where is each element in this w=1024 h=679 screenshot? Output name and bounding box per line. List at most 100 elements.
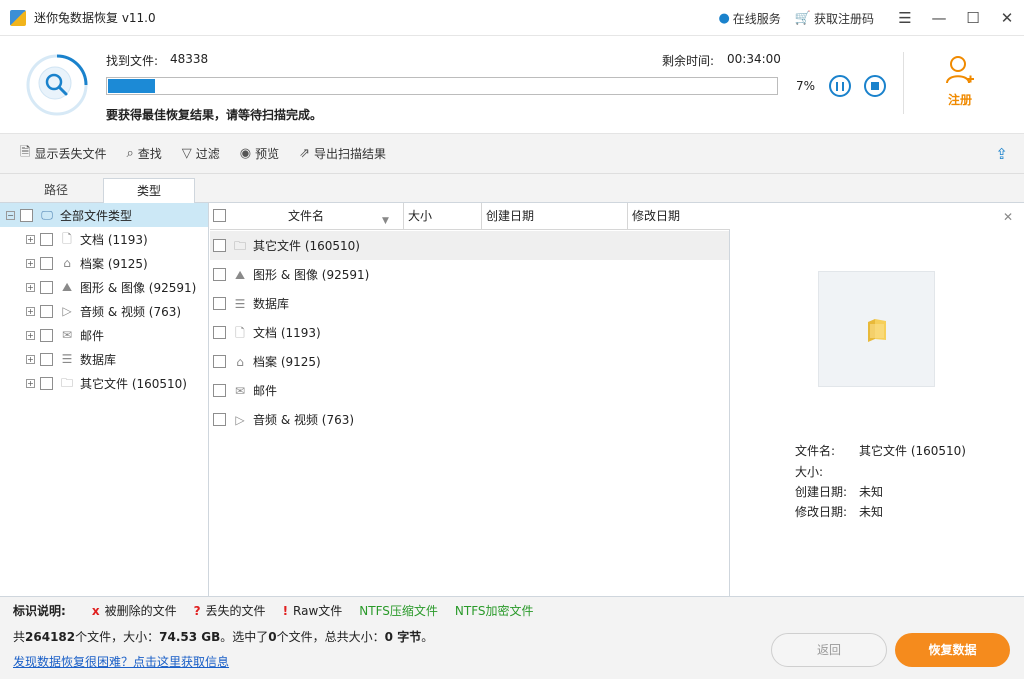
maximize-button[interactable]: ☐	[956, 0, 990, 36]
export-results-button[interactable]: ⇗ 导出扫描结果	[299, 145, 386, 162]
tree-item[interactable]: + ⌂ 档案 (9125)	[0, 251, 208, 275]
header-size[interactable]: 大小	[404, 203, 482, 230]
close-button[interactable]: ✕	[990, 0, 1024, 36]
list-row[interactable]: ⌂ 档案 (9125)	[210, 347, 729, 376]
recover-button[interactable]: 恢复数据	[895, 633, 1010, 667]
legend-ntfs-compressed: NTFS压缩文件	[359, 604, 438, 618]
tree-item[interactable]: + ☰ 数据库	[0, 347, 208, 371]
preview-close-icon[interactable]: ✕	[1003, 210, 1013, 224]
select-all-checkbox[interactable]	[213, 209, 226, 222]
filter-label: 过滤	[195, 147, 220, 161]
maximize-icon: ☐	[966, 9, 980, 27]
collapse-icon[interactable]: −	[6, 210, 15, 220]
register-button[interactable]: 注册	[938, 54, 982, 108]
get-code-label: 获取注册码	[813, 11, 874, 26]
checkbox[interactable]	[213, 268, 226, 281]
preview-button[interactable]: ◉ 预览	[240, 145, 279, 162]
find-label: 查找	[137, 147, 162, 161]
tab-type[interactable]: 类型	[103, 178, 195, 204]
checkbox[interactable]	[213, 297, 226, 310]
scan-progress-bar	[106, 77, 778, 95]
list-row-label: 数据库	[253, 297, 290, 311]
stop-icon	[871, 82, 879, 90]
export-icon[interactable]: ⇪	[995, 145, 1008, 163]
expand-icon[interactable]: +	[26, 258, 35, 268]
find-button[interactable]: ⌕ 查找	[126, 145, 161, 162]
back-button[interactable]: 返回	[771, 633, 887, 667]
list-row[interactable]: 🗋 文档 (1193)	[210, 318, 729, 347]
header-modified[interactable]: 修改日期	[628, 203, 730, 230]
header-created[interactable]: 创建日期	[482, 203, 628, 230]
expand-icon[interactable]: +	[26, 330, 35, 340]
scan-progress-fill	[108, 79, 155, 93]
preview-filename-label: 文件名:	[795, 444, 836, 458]
progress-percent: 7%	[796, 79, 816, 93]
checkbox[interactable]	[40, 376, 53, 390]
stop-button[interactable]	[864, 75, 886, 97]
summary-text: 个文件，总共大小：	[276, 630, 385, 644]
checkbox[interactable]	[40, 304, 53, 318]
menu-button[interactable]: ☰	[888, 0, 922, 36]
preview-modified-value: 未知	[859, 505, 884, 519]
checkbox[interactable]	[40, 232, 53, 246]
penguin-icon: ●	[718, 10, 730, 26]
expand-icon[interactable]: +	[26, 378, 35, 388]
show-lost-files-label: 显示丢失文件	[34, 147, 107, 161]
remaining-time-value: 00:34:00	[727, 52, 781, 66]
preview-size-label: 大小:	[795, 465, 824, 479]
tree-item-all-types[interactable]: − 🖵 全部文件类型	[0, 203, 208, 227]
column-name-label: 文件名	[288, 209, 325, 223]
checkbox[interactable]	[213, 326, 226, 339]
pause-button[interactable]	[829, 75, 851, 97]
view-tabs: 路径 类型	[0, 174, 1024, 204]
divider	[903, 52, 904, 114]
show-lost-files-button[interactable]: 🗎 显示丢失文件	[20, 143, 106, 165]
tree-item[interactable]: + 🗋 文档 (1193)	[0, 227, 208, 251]
checkbox[interactable]	[40, 256, 53, 270]
tree-item[interactable]: + ✉ 邮件	[0, 323, 208, 347]
online-service-link[interactable]: ● 在线服务	[718, 10, 780, 27]
tree-item[interactable]: + 🗀 其它文件 (160510)	[0, 371, 208, 395]
file-list: 文件名 ▼ 大小 创建日期 修改日期 🗀 其它文件 (160510) ⛰ 图形 …	[210, 203, 730, 596]
checkbox[interactable]	[20, 208, 33, 222]
list-row-label: 档案 (9125)	[253, 355, 321, 369]
preview-modified-row: 修改日期: 未知	[795, 503, 883, 520]
minimize-button[interactable]: —	[922, 0, 956, 36]
tree-item[interactable]: + ▷ 音频 & 视频 (763)	[0, 299, 208, 323]
total-count: 264182	[25, 630, 76, 644]
list-row[interactable]: ✉ 邮件	[210, 376, 729, 405]
database-icon: ☰	[61, 352, 73, 366]
get-code-link[interactable]: 🛒 获取注册码	[795, 10, 874, 27]
list-row[interactable]: 🗀 其它文件 (160510)	[210, 231, 729, 260]
checkbox[interactable]	[213, 355, 226, 368]
expand-icon[interactable]: +	[26, 282, 35, 292]
checkbox[interactable]	[213, 239, 226, 252]
expand-icon[interactable]: +	[26, 354, 35, 364]
list-row[interactable]: ⛰ 图形 & 图像 (92591)	[210, 260, 729, 289]
expand-icon[interactable]: +	[26, 234, 35, 244]
app-logo-icon	[10, 9, 26, 26]
tree-item-label: 音频 & 视频 (763)	[80, 304, 182, 319]
tab-path[interactable]: 路径	[10, 178, 102, 203]
expand-icon[interactable]: +	[26, 306, 35, 316]
list-row[interactable]: ▷ 音频 & 视频 (763)	[210, 405, 729, 434]
checkbox[interactable]	[213, 413, 226, 426]
help-link[interactable]: 发现数据恢复很困难？点击这里获取信息	[13, 653, 229, 670]
checkbox[interactable]	[40, 280, 53, 294]
database-icon: ☰	[234, 296, 246, 311]
scan-hint: 要获得最佳恢复结果，请等待扫描完成。	[106, 108, 323, 122]
tree-item[interactable]: + ⛰ 图形 & 图像 (92591)	[0, 275, 208, 299]
header-name[interactable]: 文件名 ▼	[210, 203, 404, 230]
tree-item-label: 其它文件 (160510)	[80, 376, 187, 391]
checkbox[interactable]	[213, 384, 226, 397]
scan-panel: 找到文件: 48338 剩余时间: 00:34:00 7% 要获得最佳恢复结果，…	[0, 36, 1024, 134]
checkbox[interactable]	[40, 328, 53, 342]
list-row-label: 邮件	[253, 384, 278, 398]
summary-text: 个文件，大小：	[75, 630, 160, 644]
filter-button[interactable]: ▽ 过滤	[182, 145, 220, 162]
summary-text: 。选中了	[220, 630, 269, 644]
checkbox[interactable]	[40, 352, 53, 366]
list-row[interactable]: ☰ 数据库	[210, 289, 729, 318]
preview-filename-value: 其它文件 (160510)	[859, 444, 966, 458]
legend-label: 被删除的文件	[104, 604, 177, 618]
